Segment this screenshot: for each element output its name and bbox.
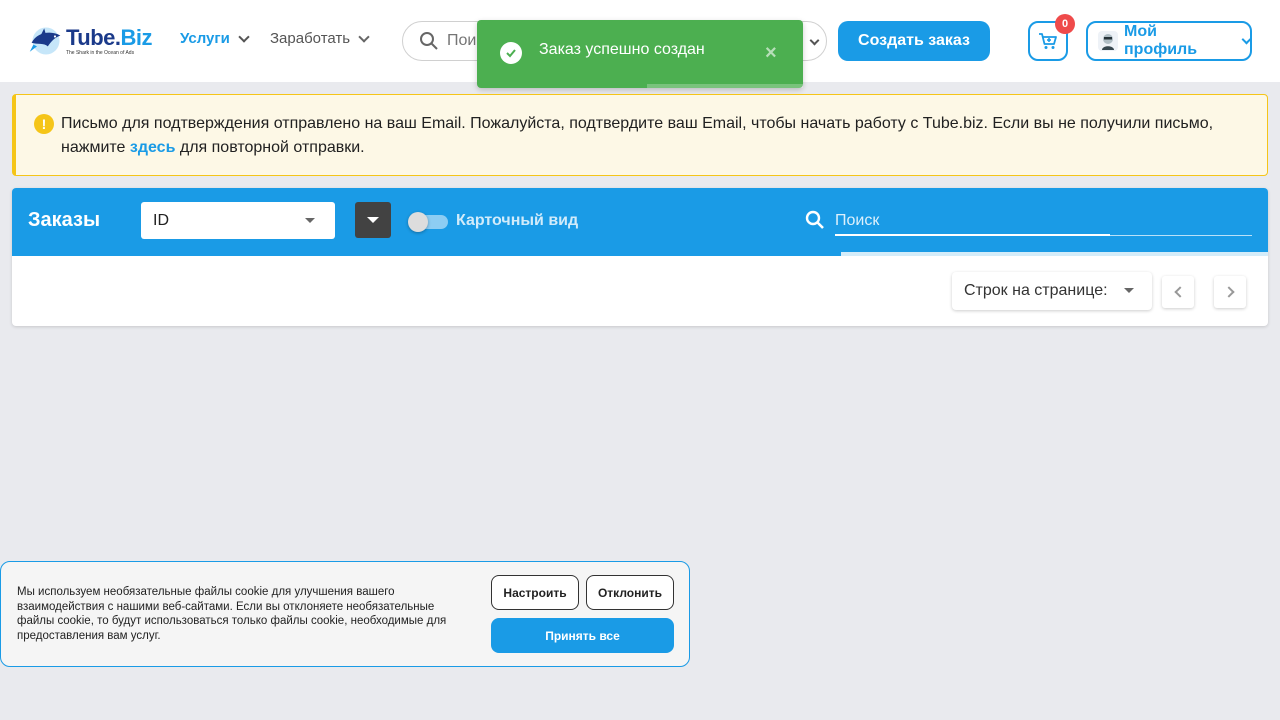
profile-label: Мой профиль [1124, 23, 1198, 58]
dropdown-arrow-icon [1124, 288, 1134, 293]
toast-progress-bar [647, 84, 803, 88]
orders-title: Заказы [28, 209, 101, 231]
orders-toolbar: Заказы ID Карточный вид [12, 188, 1268, 256]
prev-page-button[interactable] [1162, 276, 1194, 308]
search-focus-underline [835, 234, 1110, 236]
nav-services[interactable]: Услуги [180, 30, 250, 47]
avatar-icon [1102, 34, 1114, 50]
cookie-configure-button[interactable]: Настроить [491, 575, 579, 610]
nav-earn-label: Заработать [270, 30, 351, 47]
orders-search-input[interactable] [835, 206, 1252, 236]
cart-icon [1039, 33, 1057, 49]
chevron-down-icon [238, 30, 250, 43]
arrow-down-icon [367, 217, 379, 223]
cookie-decline-button[interactable]: Отклонить [586, 575, 674, 610]
dropdown-arrow-icon [305, 218, 315, 223]
logo-tagline: The Shark in the Ocean of Ads [65, 49, 135, 56]
cookie-accept-all-button[interactable]: Принять все [491, 618, 674, 653]
alert-message: Письмо для подтверждения отправлено на в… [61, 115, 1214, 156]
create-order-button[interactable]: Создать заказ [838, 21, 990, 61]
close-icon[interactable]: × [765, 42, 777, 65]
sort-field-select[interactable]: ID [141, 202, 335, 239]
email-confirmation-alert: ! Письмо для подтверждения отправлено на… [12, 94, 1268, 176]
logo-name: Tube.Biz [65, 24, 153, 50]
chevron-down-icon [358, 30, 370, 43]
chevron-left-icon [1173, 286, 1186, 298]
warning-icon: ! [34, 114, 54, 134]
cookie-banner: Мы используем необязательные файлы cooki… [0, 561, 690, 667]
shark-logo-icon [29, 27, 61, 55]
cart-count-badge: 0 [1055, 14, 1075, 34]
profile-button[interactable]: Мой профиль [1086, 21, 1252, 61]
search-icon [805, 210, 824, 229]
card-view-label: Карточный вид [456, 212, 579, 229]
rows-per-page-label: Строк на странице: [964, 282, 1108, 299]
orders-panel: Заказы ID Карточный вид Строк на страниц… [12, 188, 1268, 326]
card-view-toggle[interactable] [408, 212, 448, 232]
rows-per-page-select[interactable]: Строк на странице: [952, 272, 1152, 310]
sort-field-value: ID [153, 211, 169, 229]
loading-progress-bar [841, 252, 1268, 256]
resend-link[interactable]: здесь [130, 139, 176, 156]
chevron-down-icon[interactable] [809, 35, 820, 46]
next-page-button[interactable] [1214, 276, 1246, 308]
toast-message: Заказ успешно создан [539, 41, 705, 58]
check-circle-icon [500, 42, 522, 64]
chevron-right-icon [1222, 286, 1235, 298]
cookie-message: Мы используем необязательные файлы cooki… [17, 586, 447, 642]
search-icon [420, 32, 438, 50]
sort-direction-button[interactable] [355, 202, 391, 238]
success-toast: Заказ успешно создан × [477, 20, 803, 88]
nav-services-label: Услуги [180, 30, 230, 47]
toggle-knob [408, 212, 428, 232]
tubebiz-logo[interactable]: Tube.Biz The Shark in the Ocean of Ads [28, 22, 152, 60]
chevron-down-icon [1241, 34, 1252, 44]
avatar [1098, 31, 1118, 51]
nav-earn[interactable]: Заработать [270, 30, 370, 47]
